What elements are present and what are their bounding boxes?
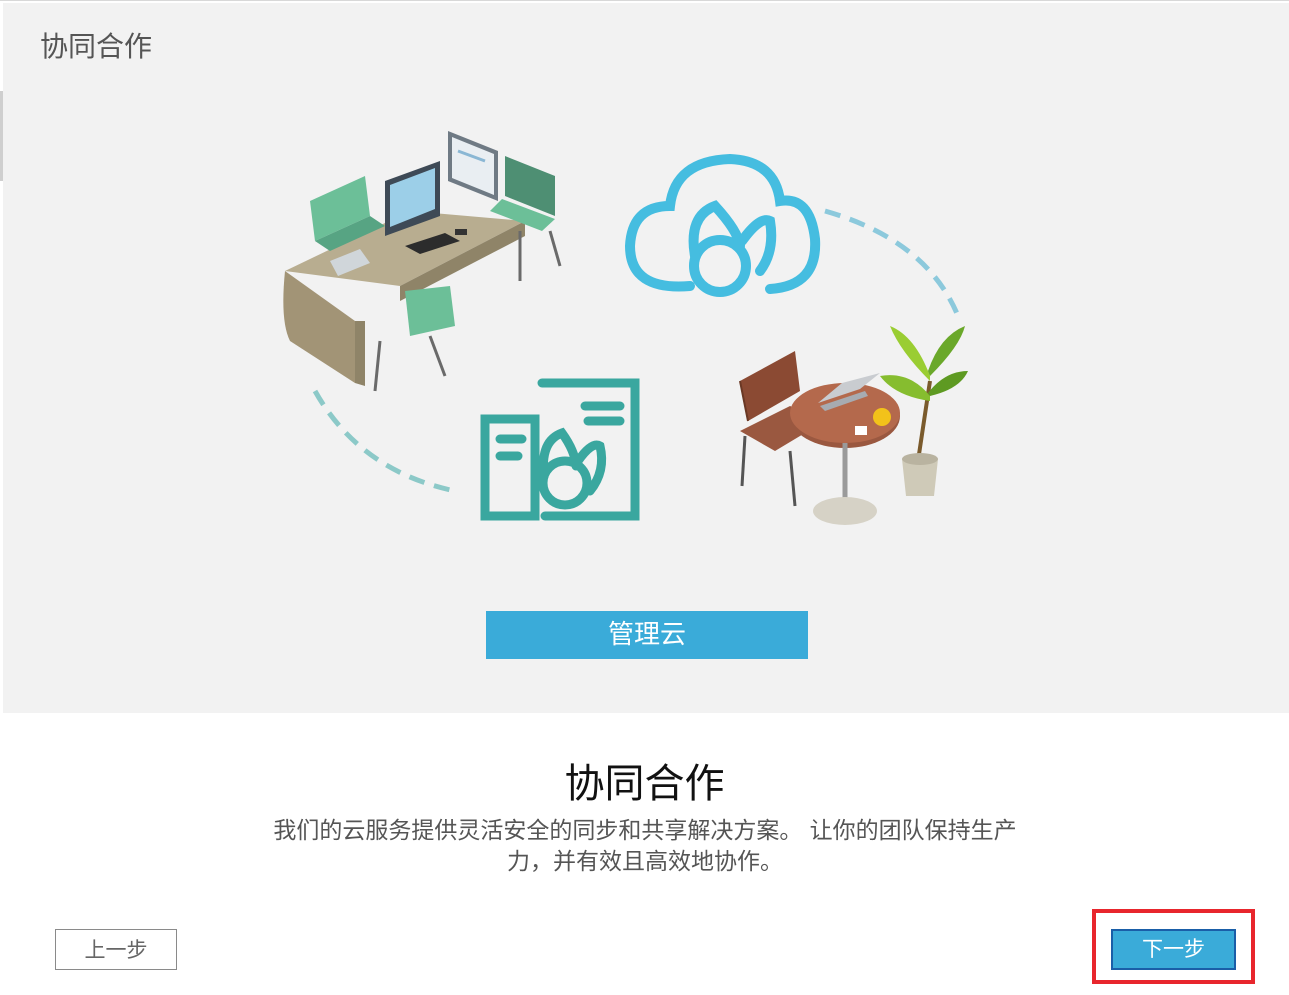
description-line-1: 我们的云服务提供灵活安全的同步和共享解决方案。 让你的团队保持生产: [273, 818, 1017, 844]
manage-cloud-button[interactable]: 管理云: [486, 611, 808, 659]
document-icon: [480, 378, 640, 521]
previous-button[interactable]: 上一步: [55, 929, 177, 970]
dashed-arc-left: [312, 389, 456, 494]
setup-window: 协同合作 管理云 协同合作 我们的云服务提供灵活安全的同步和共享解决方案。 让你…: [0, 0, 1289, 995]
cloud-icon: [624, 153, 821, 297]
cafe-table-icon: [739, 326, 968, 525]
next-button[interactable]: 下一步: [1111, 929, 1236, 970]
description-line-2: 力，并有效且高效地协作。: [507, 849, 783, 875]
window-title: 协同合作: [40, 30, 153, 63]
office-desk-icon: [283, 131, 562, 392]
page-description: 我们的云服务提供灵活安全的同步和共享解决方案。 让你的团队保持生产 力，并有效且…: [220, 816, 1070, 878]
page-heading: 协同合作: [564, 761, 725, 807]
dashed-arc-right: [824, 208, 963, 322]
collaboration-illustration: [283, 131, 968, 525]
